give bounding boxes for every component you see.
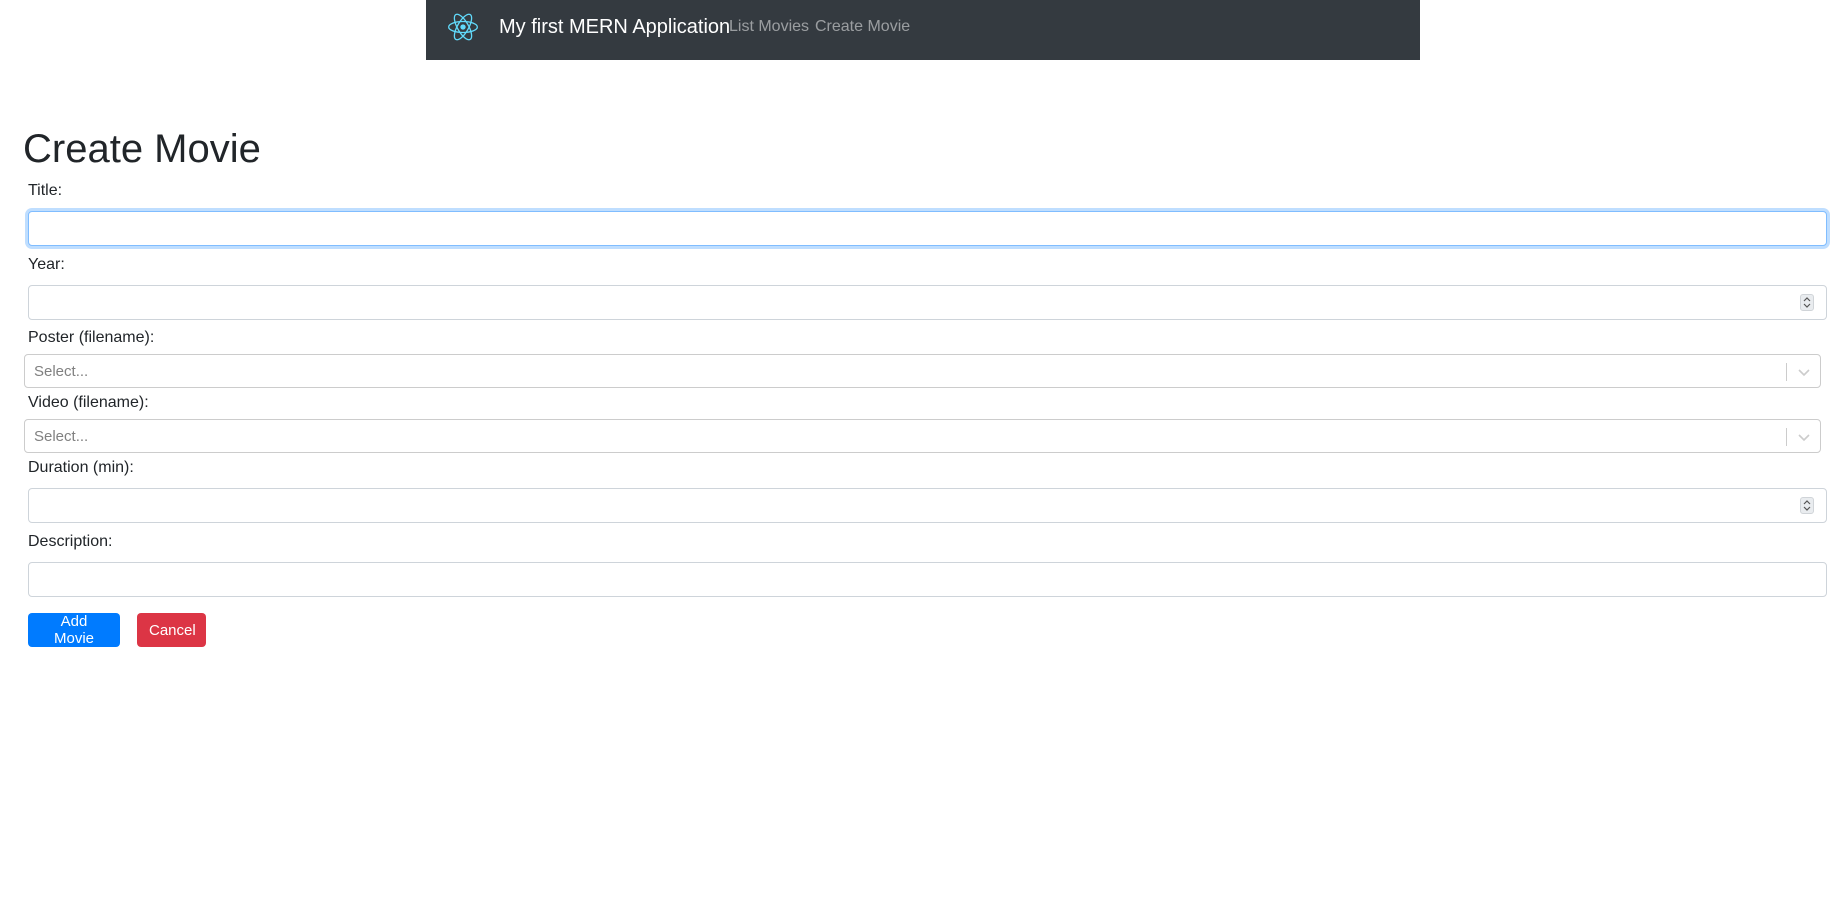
year-input[interactable] xyxy=(28,285,1827,320)
video-select-placeholder: Select... xyxy=(34,428,89,445)
year-label: Year: xyxy=(28,256,65,273)
cancel-button[interactable]: Cancel xyxy=(137,613,206,647)
page-title: Create Movie xyxy=(23,127,261,171)
title-input[interactable] xyxy=(28,211,1827,246)
poster-label: Poster (filename): xyxy=(28,329,155,346)
duration-spinner-icon[interactable] xyxy=(1800,497,1814,514)
poster-select-placeholder: Select... xyxy=(34,363,89,380)
description-label: Description: xyxy=(28,533,113,550)
nav-link-list-movies[interactable]: List Movies xyxy=(729,18,809,36)
video-select-separator xyxy=(1786,428,1787,446)
top-navbar: My first MERN Application List Movies Cr… xyxy=(426,0,1420,60)
duration-label: Duration (min): xyxy=(28,459,134,476)
chevron-down-icon[interactable] xyxy=(1796,429,1812,445)
description-input[interactable] xyxy=(28,562,1827,597)
video-label: Video (filename): xyxy=(28,394,149,411)
navbar-brand[interactable]: My first MERN Application xyxy=(499,16,730,39)
add-movie-button[interactable]: Add Movie xyxy=(28,613,120,647)
video-select[interactable]: Select... xyxy=(24,419,1821,453)
duration-input[interactable] xyxy=(28,488,1827,523)
year-spinner-icon[interactable] xyxy=(1800,294,1814,311)
react-atom-icon[interactable] xyxy=(448,13,478,41)
poster-select[interactable]: Select... xyxy=(24,354,1821,388)
chevron-down-icon[interactable] xyxy=(1796,364,1812,380)
title-label: Title: xyxy=(28,182,63,199)
nav-link-create-movie[interactable]: Create Movie xyxy=(815,18,910,36)
poster-select-separator xyxy=(1786,363,1787,381)
